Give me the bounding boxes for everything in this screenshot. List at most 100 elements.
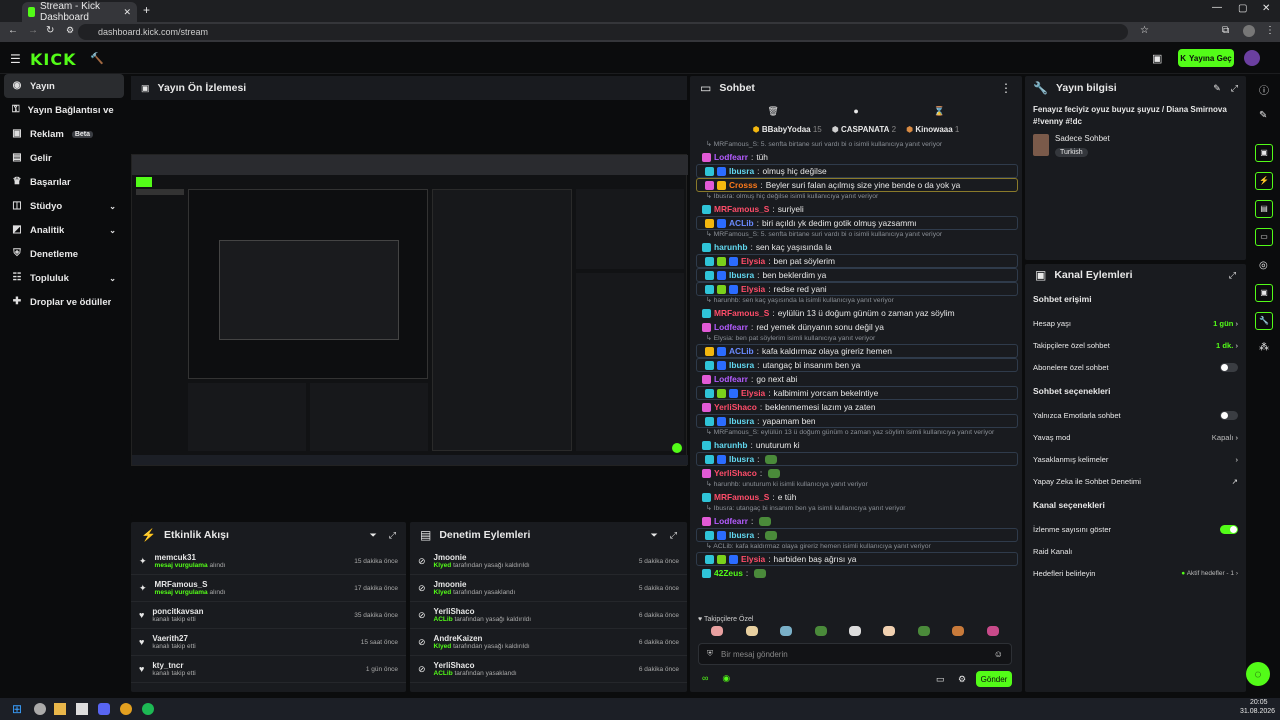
chat-username[interactable]: Elysia [741,553,765,565]
rail-tv-icon[interactable]: ▣ [1255,144,1273,162]
chat-message[interactable]: Lodfearr: red yemek dünyanın sonu değil y… [694,320,1020,334]
sidebar-item-7[interactable]: ⛨ Denetleme [4,242,124,266]
modlog-user[interactable]: AndreKaizen [434,634,631,643]
bookmark-star-icon[interactable]: ☆ [1140,25,1149,36]
chat-message[interactable]: MRFamous_S: suriyeli [694,202,1020,216]
modlog-user[interactable]: YerliShaco [434,607,631,616]
filter-icon[interactable]: ⏷ [651,530,658,541]
emote-only-toggle[interactable] [1220,410,1238,420]
activity-user[interactable]: Vaerith27 [152,634,352,643]
followers-only-row[interactable]: Takipçilere özel sohbet 1 dk. › [1033,334,1238,356]
activity-item[interactable]: ♥ Vaerith27 kanalı takip etti 15 saat ön… [131,629,406,656]
sidebar-item-8[interactable]: ☷ Topluluk ⌄ [4,266,124,290]
emoji-icon[interactable]: ☺ [994,649,1003,659]
chat-message[interactable]: Crosss: Beyler suri falan açılmış size yi… [696,178,1018,192]
url-field[interactable]: dashboard.kick.com/stream [78,24,1128,40]
chrome-icon[interactable] [120,703,132,715]
chat-username[interactable]: Lodfearr [714,372,748,386]
chat-username[interactable]: Lodfearr [714,514,748,528]
chat-message[interactable]: Ibusra: olmuş hiç değilse [696,164,1018,178]
chat-message[interactable]: Lodfearr: [694,514,1020,528]
activity-item[interactable]: ✦ memcuk31 mesaj vurgulama alındı 15 dak… [131,548,406,575]
emote-icon[interactable] [883,626,896,636]
chat-message[interactable]: Elysia: harbiden baş ağrısı ya [696,552,1018,566]
activity-user[interactable]: memcuk31 [155,553,347,562]
emote-icon[interactable] [917,626,930,636]
wallet-icon[interactable]: ▣ [1152,52,1162,65]
popout-icon[interactable]: ⤢ [1231,83,1238,94]
slow-mode-row[interactable]: Yavaş mod Kapalı › [1033,426,1238,448]
rail-wrench-icon[interactable]: 🔧 [1255,312,1273,330]
chat-username[interactable]: Ibusra [729,453,754,465]
activity-item[interactable]: ♥ poncitkavsan kanalı takip etti 35 daki… [131,602,406,629]
modlog-item[interactable]: ⊘ Jmoonie Klyed tarafından yasaklandı 5 … [410,575,687,602]
taskbar-app-icon[interactable] [76,703,88,715]
rail-bolt-icon[interactable]: ⚡ [1255,172,1273,190]
emote-icon[interactable] [780,626,793,636]
rewards-icon[interactable]: ◉ [722,673,730,684]
sidebar-item-0[interactable]: ◉ Yayın [4,74,124,98]
chat-username[interactable]: Lodfearr [714,320,748,334]
taskbar-app-icon[interactable] [34,703,46,715]
top-gifter[interactable]: ⬢ Kinowaaa 1 [906,125,959,134]
emote-icon[interactable] [848,626,861,636]
extensions-icon[interactable]: ⧉ [1222,25,1229,36]
emote-icon[interactable] [952,626,965,636]
chat-message[interactable]: YerliShaco: [694,466,1020,480]
chat-username[interactable]: Ibusra [729,529,754,541]
edit-icon[interactable]: ✎ [1259,110,1267,121]
modlog-user[interactable]: Jmoonie [434,553,631,562]
emote-icon[interactable] [986,626,999,636]
chat-settings-icon[interactable]: ● [853,106,858,116]
chat-message[interactable]: ACLib: kafa kaldırmaz olaya gireriz hemen [696,344,1018,358]
chat-username[interactable]: Crosss [729,179,757,191]
chat-username[interactable]: Ibusra [729,165,754,177]
chat-username[interactable]: ACLib [729,345,754,357]
sidebar-item-5[interactable]: ◫ Stüdyo ⌄ [4,194,124,218]
chat-username[interactable]: Ibusra [729,269,754,281]
points-icon[interactable]: ∞ [702,673,708,684]
chat-username[interactable]: harunhb [714,438,748,452]
back-icon[interactable]: ← [8,25,18,36]
sidebar-item-9[interactable]: ✚ Droplar ve ödüller [4,290,124,314]
close-window-icon[interactable]: ✕ [1262,3,1270,14]
chat-username[interactable]: MRFamous_S [714,490,769,504]
minimize-icon[interactable]: — [1212,2,1222,13]
activity-user[interactable]: poncitkavsan [152,607,346,616]
activity-item[interactable]: ✦ MRFamous_S mesaj vurgulama alındı 17 d… [131,575,406,602]
modlog-item[interactable]: ⊘ YerliShaco ACLib tarafından yasağı kal… [410,602,687,629]
rail-more-icon[interactable]: ⁂ [1259,342,1269,353]
new-tab-icon[interactable]: + [143,3,150,17]
emote-icon[interactable] [711,626,724,636]
discord-icon[interactable] [98,703,110,715]
preview-video[interactable] [131,154,688,466]
goals-row[interactable]: Hedefleri belirleyin ● Aktif hedefler - 1… [1033,562,1238,584]
account-age-row[interactable]: Hesap yaşı 1 gün › [1033,312,1238,334]
profile-avatar-icon[interactable] [1243,25,1255,37]
rail-document-icon[interactable]: ▤ [1255,200,1273,218]
chat-message[interactable]: YerliShaco: beklenmemesi lazım ya zaten [694,400,1020,414]
chat-message[interactable]: MRFamous_S: e tüh [694,490,1020,504]
sidebar-item-6[interactable]: ◩ Analitik ⌄ [4,218,124,242]
reload-icon[interactable]: ↻ [46,25,54,36]
chat-message[interactable]: Elysia: kalbimimi yorcam bekelntiye [696,386,1018,400]
activity-item[interactable]: ♥ kty_tncr kanalı takip etti 1 gün önce [131,656,406,683]
top-gifter[interactable]: ⬢ BBabyYodaa 15 [753,125,822,134]
chat-username[interactable]: MRFamous_S [714,202,769,216]
chat-message[interactable]: MRFamous_S: eylülün 13 ü doğum günüm o za… [694,306,1020,320]
send-button[interactable]: Gönder [976,671,1012,687]
chat-users-icon[interactable]: ▭ [936,674,945,685]
edit-icon[interactable]: ✎ [1213,83,1221,94]
banned-words-row[interactable]: Yasaklanmış kelimeler › [1033,448,1238,470]
raid-row[interactable]: Raid Kanalı [1033,540,1238,562]
chat-username[interactable]: Elysia [741,387,765,399]
chat-username[interactable]: harunhb [714,240,748,254]
modlog-item[interactable]: ⊘ AndreKaizen Klyed tarafından yasağı ka… [410,629,687,656]
chat-message[interactable]: Lodfearr: go next abi [694,372,1020,386]
sidebar-item-4[interactable]: ♛ Başarılar [4,170,124,194]
chat-gear-icon[interactable]: ⚙ [958,674,966,685]
help-chat-icon[interactable]: ◌ [1246,662,1270,686]
tag-chip[interactable]: Turkish [1055,148,1088,157]
popout-icon[interactable]: ⤢ [670,530,677,541]
go-live-button[interactable]: K Yayına Geç [1178,49,1234,67]
